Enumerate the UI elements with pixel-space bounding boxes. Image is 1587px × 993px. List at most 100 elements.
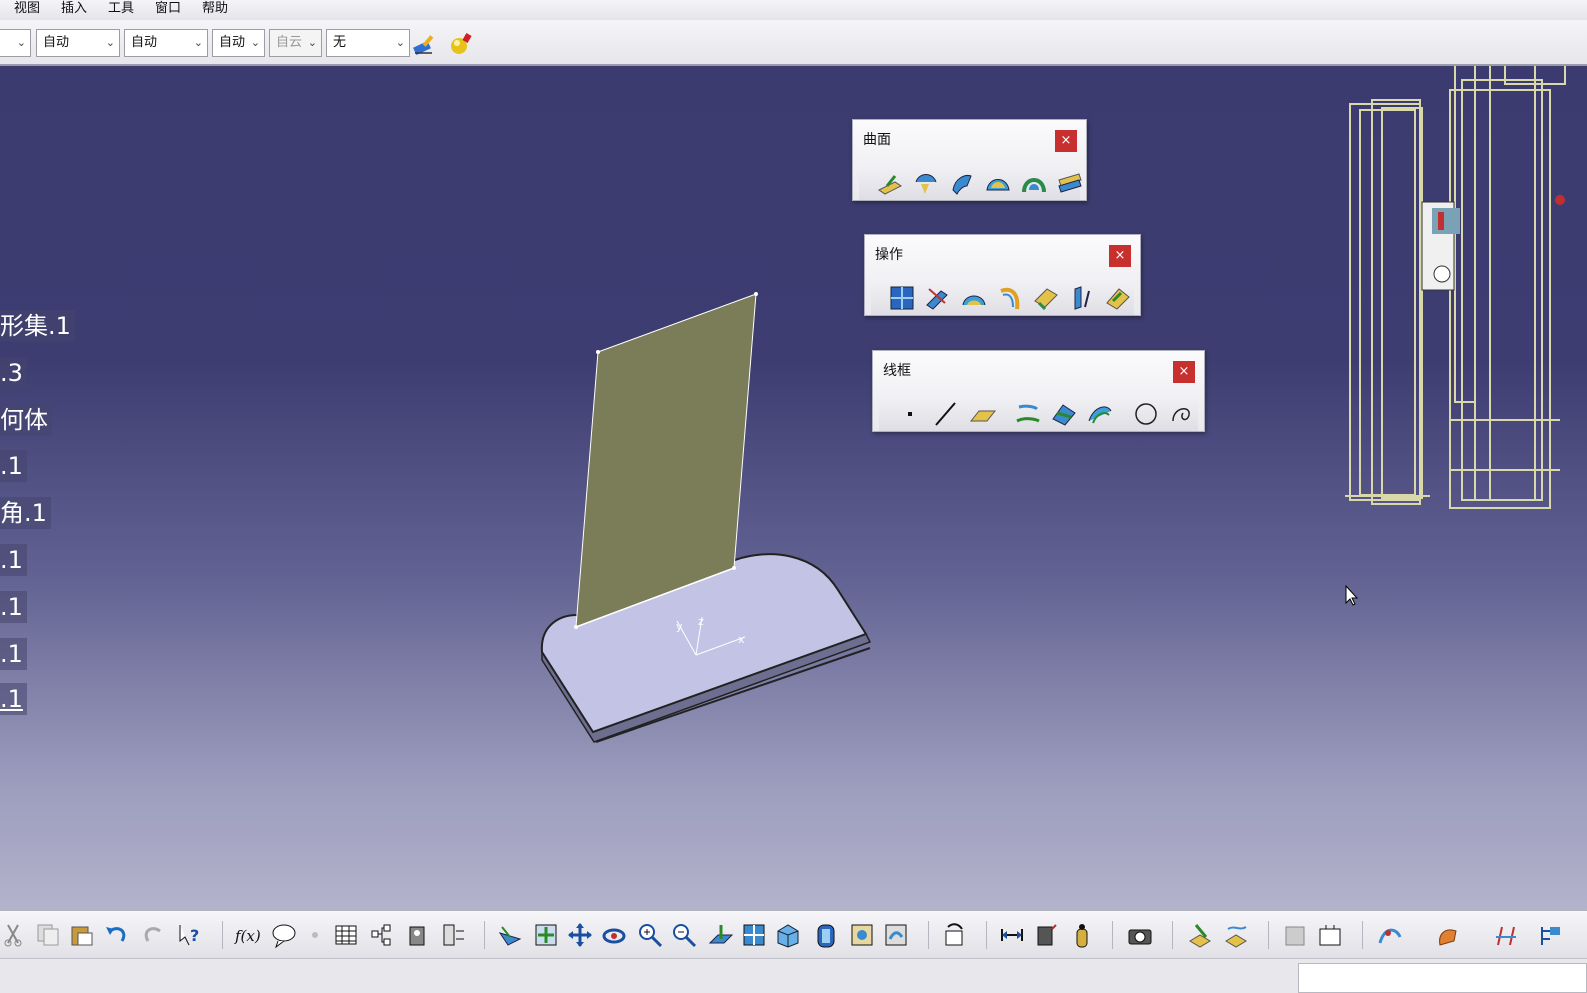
painter-brush-icon[interactable] bbox=[412, 32, 438, 56]
knowledge-advisor-icon[interactable] bbox=[270, 921, 298, 949]
toolbar-separator bbox=[1362, 921, 1363, 949]
close-icon[interactable]: × bbox=[1109, 245, 1131, 267]
axis-x-label: x bbox=[738, 633, 745, 646]
tree-expand-icon[interactable] bbox=[1536, 921, 1564, 949]
operations-icon-row bbox=[871, 279, 1134, 315]
extract-icon[interactable] bbox=[995, 283, 1025, 313]
cut-icon[interactable] bbox=[0, 921, 28, 949]
surfaces-icon-row bbox=[859, 164, 1082, 200]
intersection-icon[interactable] bbox=[1049, 399, 1079, 429]
measure-between-icon[interactable] bbox=[998, 921, 1026, 949]
compass-control[interactable] bbox=[1421, 201, 1460, 291]
menu-window[interactable]: 窗口 bbox=[155, 0, 181, 17]
paste-icon[interactable] bbox=[68, 921, 96, 949]
multi-view-icon[interactable] bbox=[740, 921, 768, 949]
toolbar-separator bbox=[1172, 921, 1173, 949]
whats-this-help-icon[interactable]: ? bbox=[176, 921, 204, 949]
graphic-properties-toolbar: ⌄ 自动 ⌄ 自动 ⌄ 自动 ⌄ 自云 ⌄ 无 ⌄ bbox=[0, 20, 1587, 66]
shading-with-edges-icon[interactable] bbox=[812, 921, 840, 949]
macro-library-icon[interactable] bbox=[404, 921, 432, 949]
menu-view[interactable]: 视图 bbox=[14, 0, 40, 17]
rotate-icon[interactable] bbox=[600, 921, 628, 949]
line-type-select[interactable]: 自动 ⌄ bbox=[36, 29, 120, 57]
normal-view-icon[interactable] bbox=[706, 921, 734, 949]
mouse-cursor-icon bbox=[1345, 584, 1359, 606]
redo-icon[interactable] bbox=[140, 921, 168, 949]
command-input[interactable] bbox=[1298, 963, 1587, 993]
split-icon[interactable] bbox=[923, 283, 953, 313]
parameter-icon[interactable] bbox=[302, 921, 330, 949]
analysis-icon[interactable] bbox=[1376, 921, 1404, 949]
line-icon[interactable] bbox=[931, 399, 961, 429]
color-select[interactable]: 自动 ⌄ bbox=[212, 29, 265, 57]
transparency-select[interactable]: 自云 ⌄ bbox=[269, 29, 322, 57]
undo-icon[interactable] bbox=[102, 921, 130, 949]
chevron-down-icon: ⌄ bbox=[105, 36, 115, 49]
3d-viewport[interactable]: 形集.1 .3 何体 .1 角.1 .1 .1 .1 .1 x y z 曲面 ×… bbox=[0, 66, 1587, 910]
chevron-down-icon: ⌄ bbox=[250, 36, 260, 49]
pan-icon[interactable] bbox=[566, 921, 594, 949]
multi-section-surface-icon[interactable] bbox=[1019, 168, 1049, 198]
point-icon[interactable] bbox=[895, 399, 925, 429]
zoom-out-icon[interactable] bbox=[670, 921, 698, 949]
surfaces-toolbar-title: 曲面 bbox=[863, 132, 891, 148]
spline-icon[interactable] bbox=[1167, 399, 1197, 429]
capture-camera-icon[interactable] bbox=[1126, 921, 1154, 949]
formula-icon[interactable]: f(x) bbox=[234, 921, 262, 949]
chevron-down-icon: ⌄ bbox=[193, 36, 203, 49]
offset-curve-icon[interactable] bbox=[1085, 399, 1115, 429]
extrapolate-icon[interactable] bbox=[1067, 283, 1097, 313]
revolve-surface-icon[interactable] bbox=[911, 168, 941, 198]
fly-mode-icon[interactable] bbox=[496, 921, 524, 949]
line-weight-value: 自动 bbox=[131, 35, 158, 50]
join-icon[interactable] bbox=[887, 283, 917, 313]
update-all-icon[interactable] bbox=[940, 921, 968, 949]
translate-icon[interactable] bbox=[1031, 283, 1061, 313]
wireframe-toolbar-title: 线框 bbox=[883, 363, 911, 379]
hide-show-icon[interactable] bbox=[848, 921, 876, 949]
hybrid-body-icon[interactable] bbox=[1282, 921, 1310, 949]
catia-hand-icon[interactable] bbox=[1434, 921, 1462, 949]
blend-surface-icon[interactable] bbox=[1055, 168, 1085, 198]
copy-icon[interactable] bbox=[34, 921, 62, 949]
circle-icon[interactable] bbox=[1131, 399, 1161, 429]
isometric-view-icon[interactable] bbox=[774, 921, 802, 949]
swap-visible-space-icon[interactable] bbox=[882, 921, 910, 949]
measure-item-icon[interactable] bbox=[1032, 921, 1060, 949]
reaction-icon[interactable] bbox=[440, 921, 468, 949]
line-weight-select[interactable]: 自动 ⌄ bbox=[124, 29, 208, 57]
close-icon[interactable]: × bbox=[1055, 130, 1077, 152]
fillet-icon[interactable] bbox=[959, 283, 989, 313]
sketcher-icon[interactable] bbox=[1186, 921, 1214, 949]
plane-icon[interactable] bbox=[967, 399, 997, 429]
toolbar-separator bbox=[484, 921, 485, 949]
catalog-browser-icon[interactable] bbox=[368, 921, 396, 949]
fill-surface-icon[interactable] bbox=[983, 168, 1013, 198]
layer-value: 无 bbox=[333, 35, 347, 50]
partial-combo[interactable]: ⌄ bbox=[0, 29, 31, 57]
svg-text:?: ? bbox=[190, 926, 199, 945]
apply-material-icon[interactable] bbox=[448, 32, 474, 56]
chevron-down-icon: ⌄ bbox=[307, 36, 317, 49]
menu-tools[interactable]: 工具 bbox=[108, 0, 134, 17]
layer-select[interactable]: 无 ⌄ bbox=[326, 29, 410, 57]
insert-body-icon[interactable] bbox=[1316, 921, 1344, 949]
toolbar-separator bbox=[986, 921, 987, 949]
knowledge-link-icon[interactable] bbox=[1492, 921, 1520, 949]
toolbar-separator bbox=[222, 921, 223, 949]
sketch-with-positioning-icon[interactable] bbox=[1222, 921, 1250, 949]
menu-help[interactable]: 帮助 bbox=[202, 0, 228, 17]
transparency-value: 自云 bbox=[276, 35, 303, 50]
transform-icon[interactable] bbox=[1103, 283, 1133, 313]
fit-all-in-icon[interactable] bbox=[532, 921, 560, 949]
menu-insert[interactable]: 插入 bbox=[61, 0, 87, 17]
surfaces-toolbar: 曲面 × bbox=[852, 119, 1087, 201]
measure-inertia-icon[interactable] bbox=[1068, 921, 1096, 949]
extrude-surface-icon[interactable] bbox=[875, 168, 905, 198]
zoom-in-icon[interactable] bbox=[636, 921, 664, 949]
close-icon[interactable]: × bbox=[1173, 361, 1195, 383]
chevron-down-icon: ⌄ bbox=[16, 36, 26, 49]
design-table-icon[interactable] bbox=[332, 921, 360, 949]
sweep-surface-icon[interactable] bbox=[947, 168, 977, 198]
projection-icon[interactable] bbox=[1013, 399, 1043, 429]
